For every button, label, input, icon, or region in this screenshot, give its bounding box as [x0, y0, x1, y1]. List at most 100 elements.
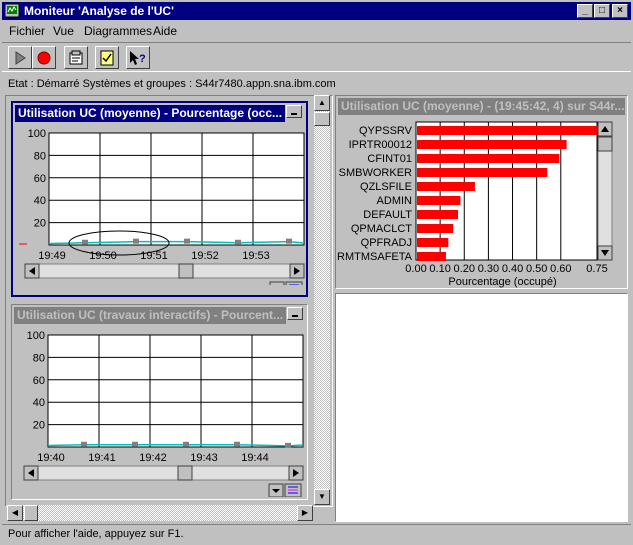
- x-tick-label: 19:53: [242, 250, 270, 262]
- x-tick-label: 19:41: [88, 452, 116, 464]
- bar: [417, 154, 560, 163]
- x-tick-label: 19:42: [139, 452, 167, 464]
- bar: [417, 210, 459, 219]
- bar-category-label: QYPSSRV: [359, 125, 413, 137]
- y-tick-label: 80: [33, 352, 45, 364]
- data-point: [133, 238, 139, 244]
- status-bar-text: Pour afficher l'aide, appuyez sur F1.: [8, 528, 184, 540]
- start-button[interactable]: [8, 46, 32, 69]
- start-icon: [15, 50, 26, 65]
- scroll-up-icon[interactable]: ▲: [314, 95, 330, 111]
- graph1-minimize-icon[interactable]: [286, 105, 302, 118]
- bar-category-label: IPRTR00012: [349, 139, 412, 151]
- data-point: [184, 238, 190, 244]
- graph-hscroll-track: [23, 465, 304, 481]
- x-tick-label: 19:52: [191, 250, 219, 262]
- bar: [417, 252, 446, 261]
- scroll-down-icon[interactable]: ▼: [314, 489, 330, 505]
- toolbar: ?: [2, 42, 631, 72]
- graph2-panel[interactable]: Utilisation UC (travaux interactifs) - P…: [11, 304, 308, 500]
- bar-x-tick-label: 0.50: [526, 263, 547, 275]
- data-point: [234, 441, 240, 447]
- y-tick-label: 20: [34, 218, 46, 230]
- plot-area: [48, 132, 305, 246]
- bar-x-tick-label: 0.00: [405, 263, 426, 275]
- data-point: [81, 441, 87, 447]
- data-point: [183, 441, 189, 447]
- bar-panel-title: Utilisation UC (moyenne) - (19:45:42, 4)…: [338, 98, 625, 115]
- x-tick-label: 19:44: [241, 452, 269, 464]
- bar-category-label: QPMACLCT: [351, 223, 412, 235]
- bar-x-tick-label: 0.10: [429, 263, 450, 275]
- y-tick-label: 80: [34, 150, 46, 162]
- window-title: Moniteur 'Analyse de l'UC': [24, 4, 174, 18]
- graph1-panel[interactable]: Utilisation UC (moyenne) - Pourcentage (…: [11, 101, 308, 297]
- bar: [417, 182, 475, 191]
- close-icon[interactable]: ×: [612, 4, 628, 18]
- y-tick-label: 60: [33, 375, 45, 387]
- y-tick-label: 100: [27, 330, 45, 342]
- bar-category-label: QPFRADJ: [361, 237, 412, 249]
- graph2-title: Utilisation UC (travaux interactifs) - P…: [14, 307, 286, 324]
- plot-area: [47, 334, 304, 448]
- x-tick-label: 19:49: [38, 250, 66, 262]
- bar-x-tick-label: 0.75: [586, 263, 607, 275]
- x-tick-label: 19:43: [190, 452, 218, 464]
- bar-x-tick-label: 0.60: [550, 263, 571, 275]
- checklist-icon: [100, 50, 114, 65]
- graph2-minimize-icon[interactable]: [287, 307, 303, 320]
- stop-icon: [37, 51, 51, 64]
- title-bar[interactable]: Moniteur 'Analyse de l'UC' _ □ ×: [2, 2, 631, 20]
- menu-fichier[interactable]: Fichier: [9, 24, 45, 38]
- menu-diagrammes[interactable]: Diagrammes: [84, 24, 152, 38]
- graph-hscroll-thumb: [177, 465, 193, 481]
- minimize-icon[interactable]: _: [577, 4, 593, 18]
- y-tick-label: 40: [34, 195, 46, 207]
- y-tick-label: 60: [34, 173, 46, 185]
- help-button[interactable]: ?: [126, 46, 150, 69]
- status-bar: Pour afficher l'aide, appuyez sur F1.: [2, 524, 631, 543]
- y-tick-label: 40: [33, 397, 45, 409]
- menu-vue[interactable]: Vue: [53, 24, 74, 38]
- bar-panel[interactable]: Utilisation UC (moyenne) - (19:45:42, 4)…: [335, 95, 628, 289]
- bar: [417, 196, 461, 205]
- bar: [417, 224, 454, 233]
- y-tick-label: 20: [33, 420, 45, 432]
- left-hscrollbar[interactable]: [7, 505, 313, 521]
- left-vscroll-thumb[interactable]: [314, 112, 330, 126]
- bar: [417, 168, 548, 177]
- scroll-right-icon[interactable]: ▶: [297, 505, 313, 521]
- bar-category-label: QZLSFILE: [360, 181, 412, 193]
- svg-text:?: ?: [139, 53, 146, 65]
- graph1-title: Utilisation UC (moyenne) - Pourcentage (…: [15, 105, 285, 122]
- properties-button[interactable]: [64, 46, 88, 69]
- bar-category-label: ADMIN: [377, 195, 413, 207]
- bar-category-label: RMTMSAFETA: [337, 251, 413, 263]
- bar-category-label: CFINT01: [367, 153, 412, 165]
- bar-chart: QYPSSRV IPRTR00012 CFINT01 SMBWORKER QZLSFIL…: [337, 121, 613, 288]
- bar-category-label: SMBWORKER: [339, 167, 412, 179]
- x-tick-label: 19:50: [89, 250, 117, 262]
- graph2-chart: 100 80 60 40 20 19:40 19:41 19:42 19:43 19:44: [23, 330, 304, 497]
- y-tick-label: 100: [28, 128, 46, 140]
- empty-panel[interactable]: [335, 293, 628, 522]
- scroll-left-icon[interactable]: ◀: [7, 505, 23, 521]
- bar-x-tick-label: 0.30: [478, 263, 499, 275]
- bar-vscroll-thumb: [597, 136, 613, 152]
- maximize-icon[interactable]: □: [594, 4, 610, 18]
- properties-icon: [69, 50, 83, 64]
- x-tick-label: 19:40: [37, 452, 65, 464]
- bar-x-axis-label: Pourcentage (occupé): [448, 276, 556, 288]
- left-vscrollbar[interactable]: [314, 95, 330, 505]
- data-point: [82, 239, 88, 245]
- data-point: [132, 441, 138, 447]
- graph-dropdown-icon: [269, 281, 285, 285]
- data-point: [285, 442, 291, 448]
- graph1-chart: 1008060402019:49 19:50 19:51 19:52 19:53: [19, 128, 305, 285]
- left-hscroll-thumb[interactable]: [24, 505, 38, 521]
- checklist-button[interactable]: [95, 46, 119, 69]
- help-pointer-icon: ?: [130, 50, 146, 65]
- bar-x-tick-label: 0.20: [454, 263, 475, 275]
- menu-aide[interactable]: Aide: [153, 24, 177, 38]
- stop-button[interactable]: [32, 46, 56, 69]
